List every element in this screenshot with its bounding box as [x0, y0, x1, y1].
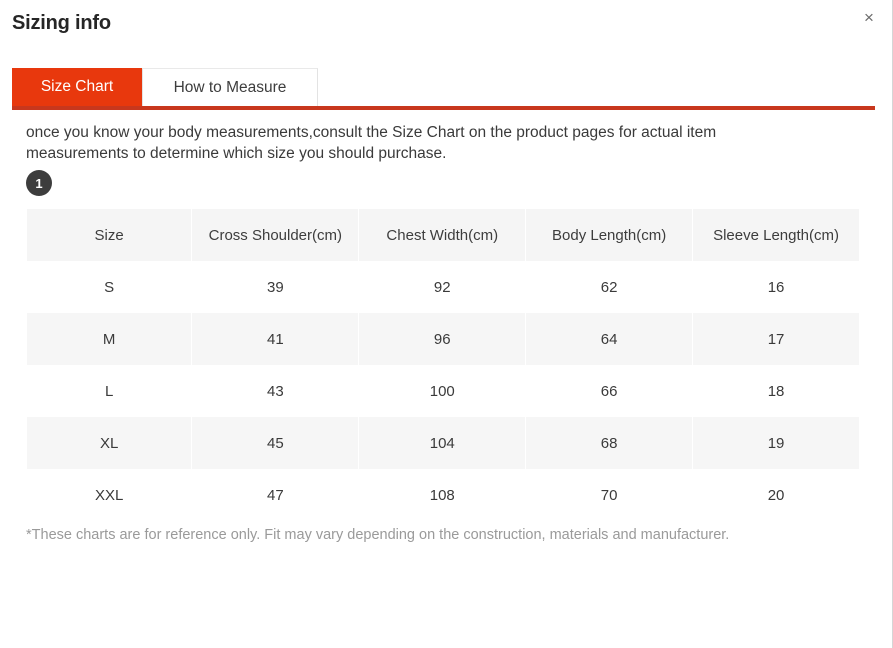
- table-row: XL 45 104 68 19: [27, 417, 859, 469]
- size-chart-table: Size Cross Shoulder(cm) Chest Width(cm) …: [26, 209, 860, 521]
- cell-sleeve-length: 17: [693, 313, 859, 365]
- cell-sleeve-length: 20: [693, 469, 859, 521]
- cell-body-length: 68: [526, 417, 693, 469]
- cell-cross-shoulder: 43: [192, 365, 359, 417]
- column-header-sleeve-length: Sleeve Length(cm): [693, 209, 859, 261]
- tab-bar: Size Chart How to Measure: [12, 68, 875, 110]
- cell-chest-width: 100: [359, 365, 526, 417]
- cell-body-length: 66: [526, 365, 693, 417]
- description-text: once you know your body measurements,con…: [26, 124, 717, 162]
- table-row: M 41 96 64 17: [27, 313, 859, 365]
- column-header-cross-shoulder: Cross Shoulder(cm): [192, 209, 359, 261]
- cell-body-length: 62: [526, 261, 693, 313]
- cell-size: XXL: [27, 469, 192, 521]
- cell-cross-shoulder: 39: [192, 261, 359, 313]
- column-header-body-length: Body Length(cm): [526, 209, 693, 261]
- cell-sleeve-length: 16: [693, 261, 859, 313]
- footnote-text: *These charts are for reference only. Fi…: [26, 527, 730, 543]
- table-body: S 39 92 62 16 M 41 96 64 17 L 43 100 66 …: [27, 261, 859, 521]
- table-header: Size Cross Shoulder(cm) Chest Width(cm) …: [27, 209, 859, 261]
- cell-chest-width: 108: [359, 469, 526, 521]
- page-title: Sizing info: [12, 12, 111, 34]
- step-badge: 1: [26, 170, 52, 196]
- table-row: S 39 92 62 16: [27, 261, 859, 313]
- cell-cross-shoulder: 47: [192, 469, 359, 521]
- column-header-chest-width: Chest Width(cm): [359, 209, 526, 261]
- tab-size-chart[interactable]: Size Chart: [12, 68, 142, 106]
- close-icon[interactable]: ×: [856, 4, 882, 30]
- table-row: XXL 47 108 70 20: [27, 469, 859, 521]
- cell-body-length: 70: [526, 469, 693, 521]
- cell-body-length: 64: [526, 313, 693, 365]
- column-header-size: Size: [27, 209, 192, 261]
- cell-size: S: [27, 261, 192, 313]
- table-row: L 43 100 66 18: [27, 365, 859, 417]
- cell-sleeve-length: 19: [693, 417, 859, 469]
- tab-how-to-measure[interactable]: How to Measure: [142, 68, 318, 106]
- cell-sleeve-length: 18: [693, 365, 859, 417]
- cell-chest-width: 96: [359, 313, 526, 365]
- cell-chest-width: 92: [359, 261, 526, 313]
- cell-chest-width: 104: [359, 417, 526, 469]
- cell-size: XL: [27, 417, 192, 469]
- cell-cross-shoulder: 41: [192, 313, 359, 365]
- sizing-info-dialog: × Sizing info Size Chart How to Measure …: [0, 0, 893, 648]
- cell-cross-shoulder: 45: [192, 417, 359, 469]
- cell-size: M: [27, 313, 192, 365]
- table-header-row: Size Cross Shoulder(cm) Chest Width(cm) …: [27, 209, 859, 261]
- cell-size: L: [27, 365, 192, 417]
